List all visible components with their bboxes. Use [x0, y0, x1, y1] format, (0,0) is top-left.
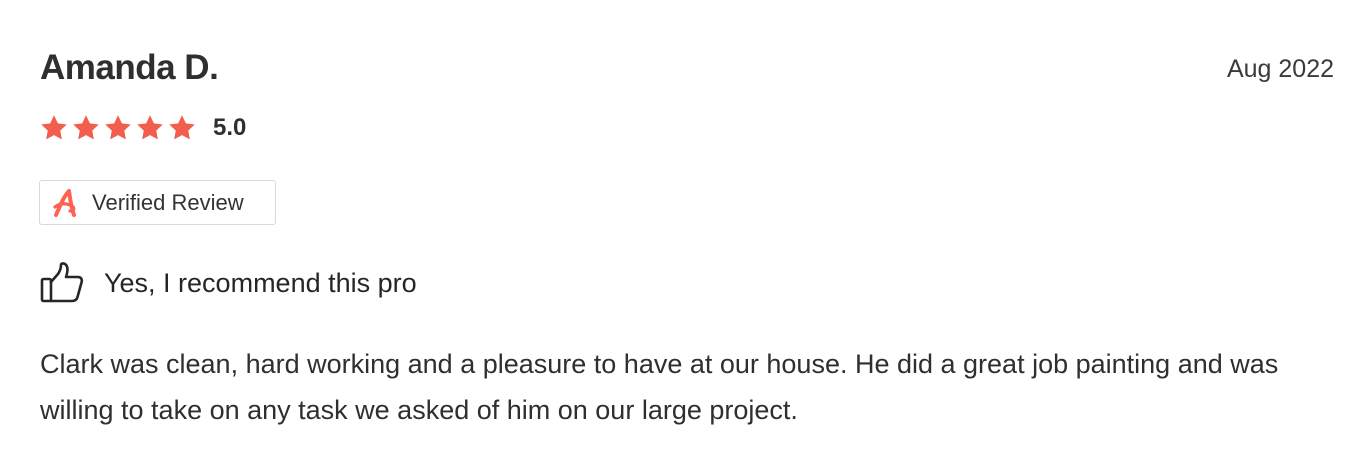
star-rating: [39, 113, 199, 143]
thumbs-up-icon: [40, 262, 84, 303]
star-icon: [137, 115, 163, 140]
star-icon: [169, 115, 195, 140]
review-card: Amanda D. Aug 2022 5.0 Verified Review Y…: [0, 0, 1351, 467]
rating-row: 5.0: [39, 111, 246, 145]
review-date: Aug 2022: [1226, 55, 1334, 83]
recommendation-label: Yes, I recommend this pro: [104, 268, 417, 298]
angi-logo-icon: [53, 188, 76, 217]
star-icon: [73, 115, 99, 140]
verified-review-label: Verified Review: [92, 189, 244, 215]
star-icon: [105, 115, 131, 140]
review-text: Clark was clean, hard working and a plea…: [40, 349, 1279, 425]
recommendation-row: Yes, I recommend this pro: [40, 262, 417, 304]
verified-review-badge: Verified Review: [39, 180, 276, 225]
reviewer-name: Amanda D.: [40, 48, 219, 87]
star-icon: [41, 115, 67, 140]
rating-value: 5.0: [213, 114, 247, 141]
